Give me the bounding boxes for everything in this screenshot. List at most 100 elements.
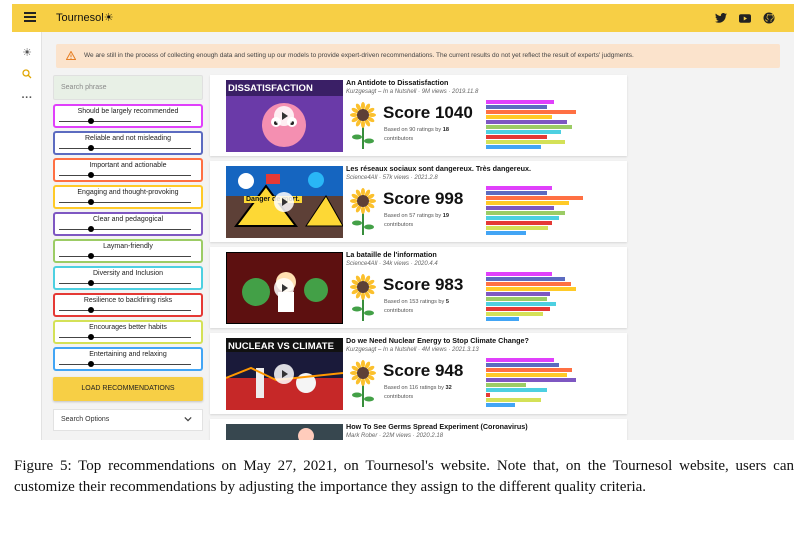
slider-thumb[interactable] <box>88 253 94 259</box>
criterion-slider[interactable]: Encourages better habits <box>53 320 203 344</box>
sun-icon: ☀ <box>103 12 114 24</box>
video-title[interactable]: Les réseaux sociaux sont dangereux. Très… <box>346 164 531 173</box>
video-card[interactable]: NUCLEAR VS CLIMATE Do we Need Nuclear Ene… <box>210 333 627 414</box>
ratings-text: Based on 90 ratings by <box>384 127 442 133</box>
criterion-score-bar <box>486 100 554 104</box>
criteria-bars <box>486 358 596 412</box>
ratings-text: Based on 116 ratings by <box>384 385 444 391</box>
slider-track[interactable] <box>59 229 191 230</box>
slider-thumb[interactable] <box>88 172 94 178</box>
criterion-score-bar <box>486 226 548 230</box>
more-icon[interactable]: ··· <box>20 91 34 105</box>
slider-thumb[interactable] <box>88 334 94 340</box>
criterion-slider[interactable]: Resilience to backfiring risks <box>53 293 203 317</box>
slider-track[interactable] <box>59 175 191 176</box>
criterion-score-bar <box>486 307 550 311</box>
criterion-slider[interactable]: Engaging and thought-provoking <box>53 185 203 209</box>
slider-thumb[interactable] <box>88 361 94 367</box>
search-input[interactable]: Search phrase <box>53 75 203 100</box>
slider-track[interactable] <box>59 202 191 203</box>
criterion-label: Entertaining and relaxing <box>89 351 167 358</box>
brand-logo[interactable]: Tournesol☀ <box>56 11 114 24</box>
criterion-label: Resilience to backfiring risks <box>83 297 173 304</box>
video-title[interactable]: La bataille de l'information <box>346 250 437 259</box>
thumbnail-text: DISSATISFACTION <box>228 83 313 94</box>
play-icon[interactable] <box>274 192 294 212</box>
criterion-slider[interactable]: Reliable and not misleading <box>53 131 203 155</box>
criterion-slider[interactable]: Important and actionable <box>53 158 203 182</box>
criterion-slider[interactable]: Entertaining and relaxing <box>53 347 203 371</box>
play-icon[interactable] <box>274 106 294 126</box>
video-thumbnail[interactable]: DISSATISFACTION <box>226 80 343 152</box>
video-thumbnail[interactable]: NUCLEAR VS CLIMATE <box>226 338 343 410</box>
criterion-score-bar <box>486 383 526 387</box>
criterion-score-bar <box>486 373 567 377</box>
github-icon[interactable] <box>762 11 776 25</box>
tournesol-app: Tournesol☀ ☀ ··· We are still in the pro… <box>12 4 794 440</box>
video-list: DISSATISFACTION An Antidote to Dissatisfa… <box>210 75 627 440</box>
sun-icon[interactable]: ☀ <box>20 46 34 60</box>
slider-track[interactable] <box>59 256 191 257</box>
contributors-count[interactable]: 19 <box>443 213 449 219</box>
criterion-score-bar <box>486 287 576 291</box>
video-thumbnail[interactable]: Danger de mort. <box>226 166 343 238</box>
slider-track[interactable] <box>59 310 191 311</box>
slider-thumb[interactable] <box>88 226 94 232</box>
video-meta: Mark Rober · 22M views · 2020.2.18 <box>346 433 444 439</box>
video-meta: Kurzgesagt – In a Nutshell · 4M views · … <box>346 347 479 353</box>
criteria-bars <box>486 186 596 240</box>
contributors-label: contributors <box>384 136 414 142</box>
video-thumbnail[interactable] <box>226 424 343 440</box>
criterion-score-bar <box>486 191 547 195</box>
slider-thumb[interactable] <box>88 280 94 286</box>
criterion-slider[interactable]: Clear and pedagogical <box>53 212 203 236</box>
menu-icon[interactable] <box>24 12 36 22</box>
slider-track[interactable] <box>59 337 191 338</box>
criterion-label: Diversity and Inclusion <box>92 270 164 277</box>
contributors-count[interactable]: 5 <box>446 299 449 305</box>
contributors-count[interactable]: 32 <box>445 385 451 391</box>
slider-thumb[interactable] <box>88 307 94 313</box>
criterion-score-bar <box>486 125 572 129</box>
criterion-slider[interactable]: Should be largely recommended <box>53 104 203 128</box>
warning-banner: We are still in the process of collectin… <box>56 44 780 68</box>
left-rail: ☀ ··· <box>12 32 42 440</box>
slider-thumb[interactable] <box>88 118 94 124</box>
criterion-slider[interactable]: Layman-friendly <box>53 239 203 263</box>
criterion-score-bar <box>486 297 547 301</box>
contributors-count[interactable]: 18 <box>443 127 449 133</box>
search-icon[interactable] <box>20 69 34 83</box>
load-recommendations-button[interactable]: LOAD RECOMMENDATIONS <box>53 377 203 401</box>
contributors-label: contributors <box>384 308 414 314</box>
video-card[interactable]: La bataille de l'information Science4All … <box>210 247 627 328</box>
criteria-bars <box>486 100 596 154</box>
play-icon[interactable] <box>274 278 294 298</box>
slider-thumb[interactable] <box>88 199 94 205</box>
search-options-dropdown[interactable]: Search Options <box>53 409 203 431</box>
video-title[interactable]: An Antidote to Dissatisfaction <box>346 78 448 87</box>
video-meta: Kurzgesagt – In a Nutshell · 9M views · … <box>346 89 479 95</box>
video-card[interactable]: How To See Germs Spread Experiment (Coro… <box>210 419 627 440</box>
criterion-score-bar <box>486 403 515 407</box>
criterion-score-bar <box>486 363 559 367</box>
slider-track[interactable] <box>59 283 191 284</box>
slider-track[interactable] <box>59 121 191 122</box>
contributors-label: contributors <box>384 222 414 228</box>
slider-track[interactable] <box>59 148 191 149</box>
video-card[interactable]: Danger de mort. Les réseaux sociaux sont … <box>210 161 627 242</box>
criterion-score-bar <box>486 130 561 134</box>
play-icon[interactable] <box>274 364 294 384</box>
criterion-score-bar <box>486 272 552 276</box>
video-title[interactable]: Do we Need Nuclear Energy to Stop Climat… <box>346 336 529 345</box>
video-title[interactable]: How To See Germs Spread Experiment (Coro… <box>346 422 528 431</box>
sunflower-icon <box>350 360 376 407</box>
video-thumbnail[interactable] <box>226 252 343 324</box>
youtube-icon[interactable] <box>738 11 752 25</box>
sunflower-icon <box>350 102 376 149</box>
criterion-score-bar <box>486 221 552 225</box>
criterion-slider[interactable]: Diversity and Inclusion <box>53 266 203 290</box>
twitter-icon[interactable] <box>714 11 728 25</box>
slider-thumb[interactable] <box>88 145 94 151</box>
video-card[interactable]: DISSATISFACTION An Antidote to Dissatisfa… <box>210 75 627 156</box>
slider-track[interactable] <box>59 364 191 365</box>
